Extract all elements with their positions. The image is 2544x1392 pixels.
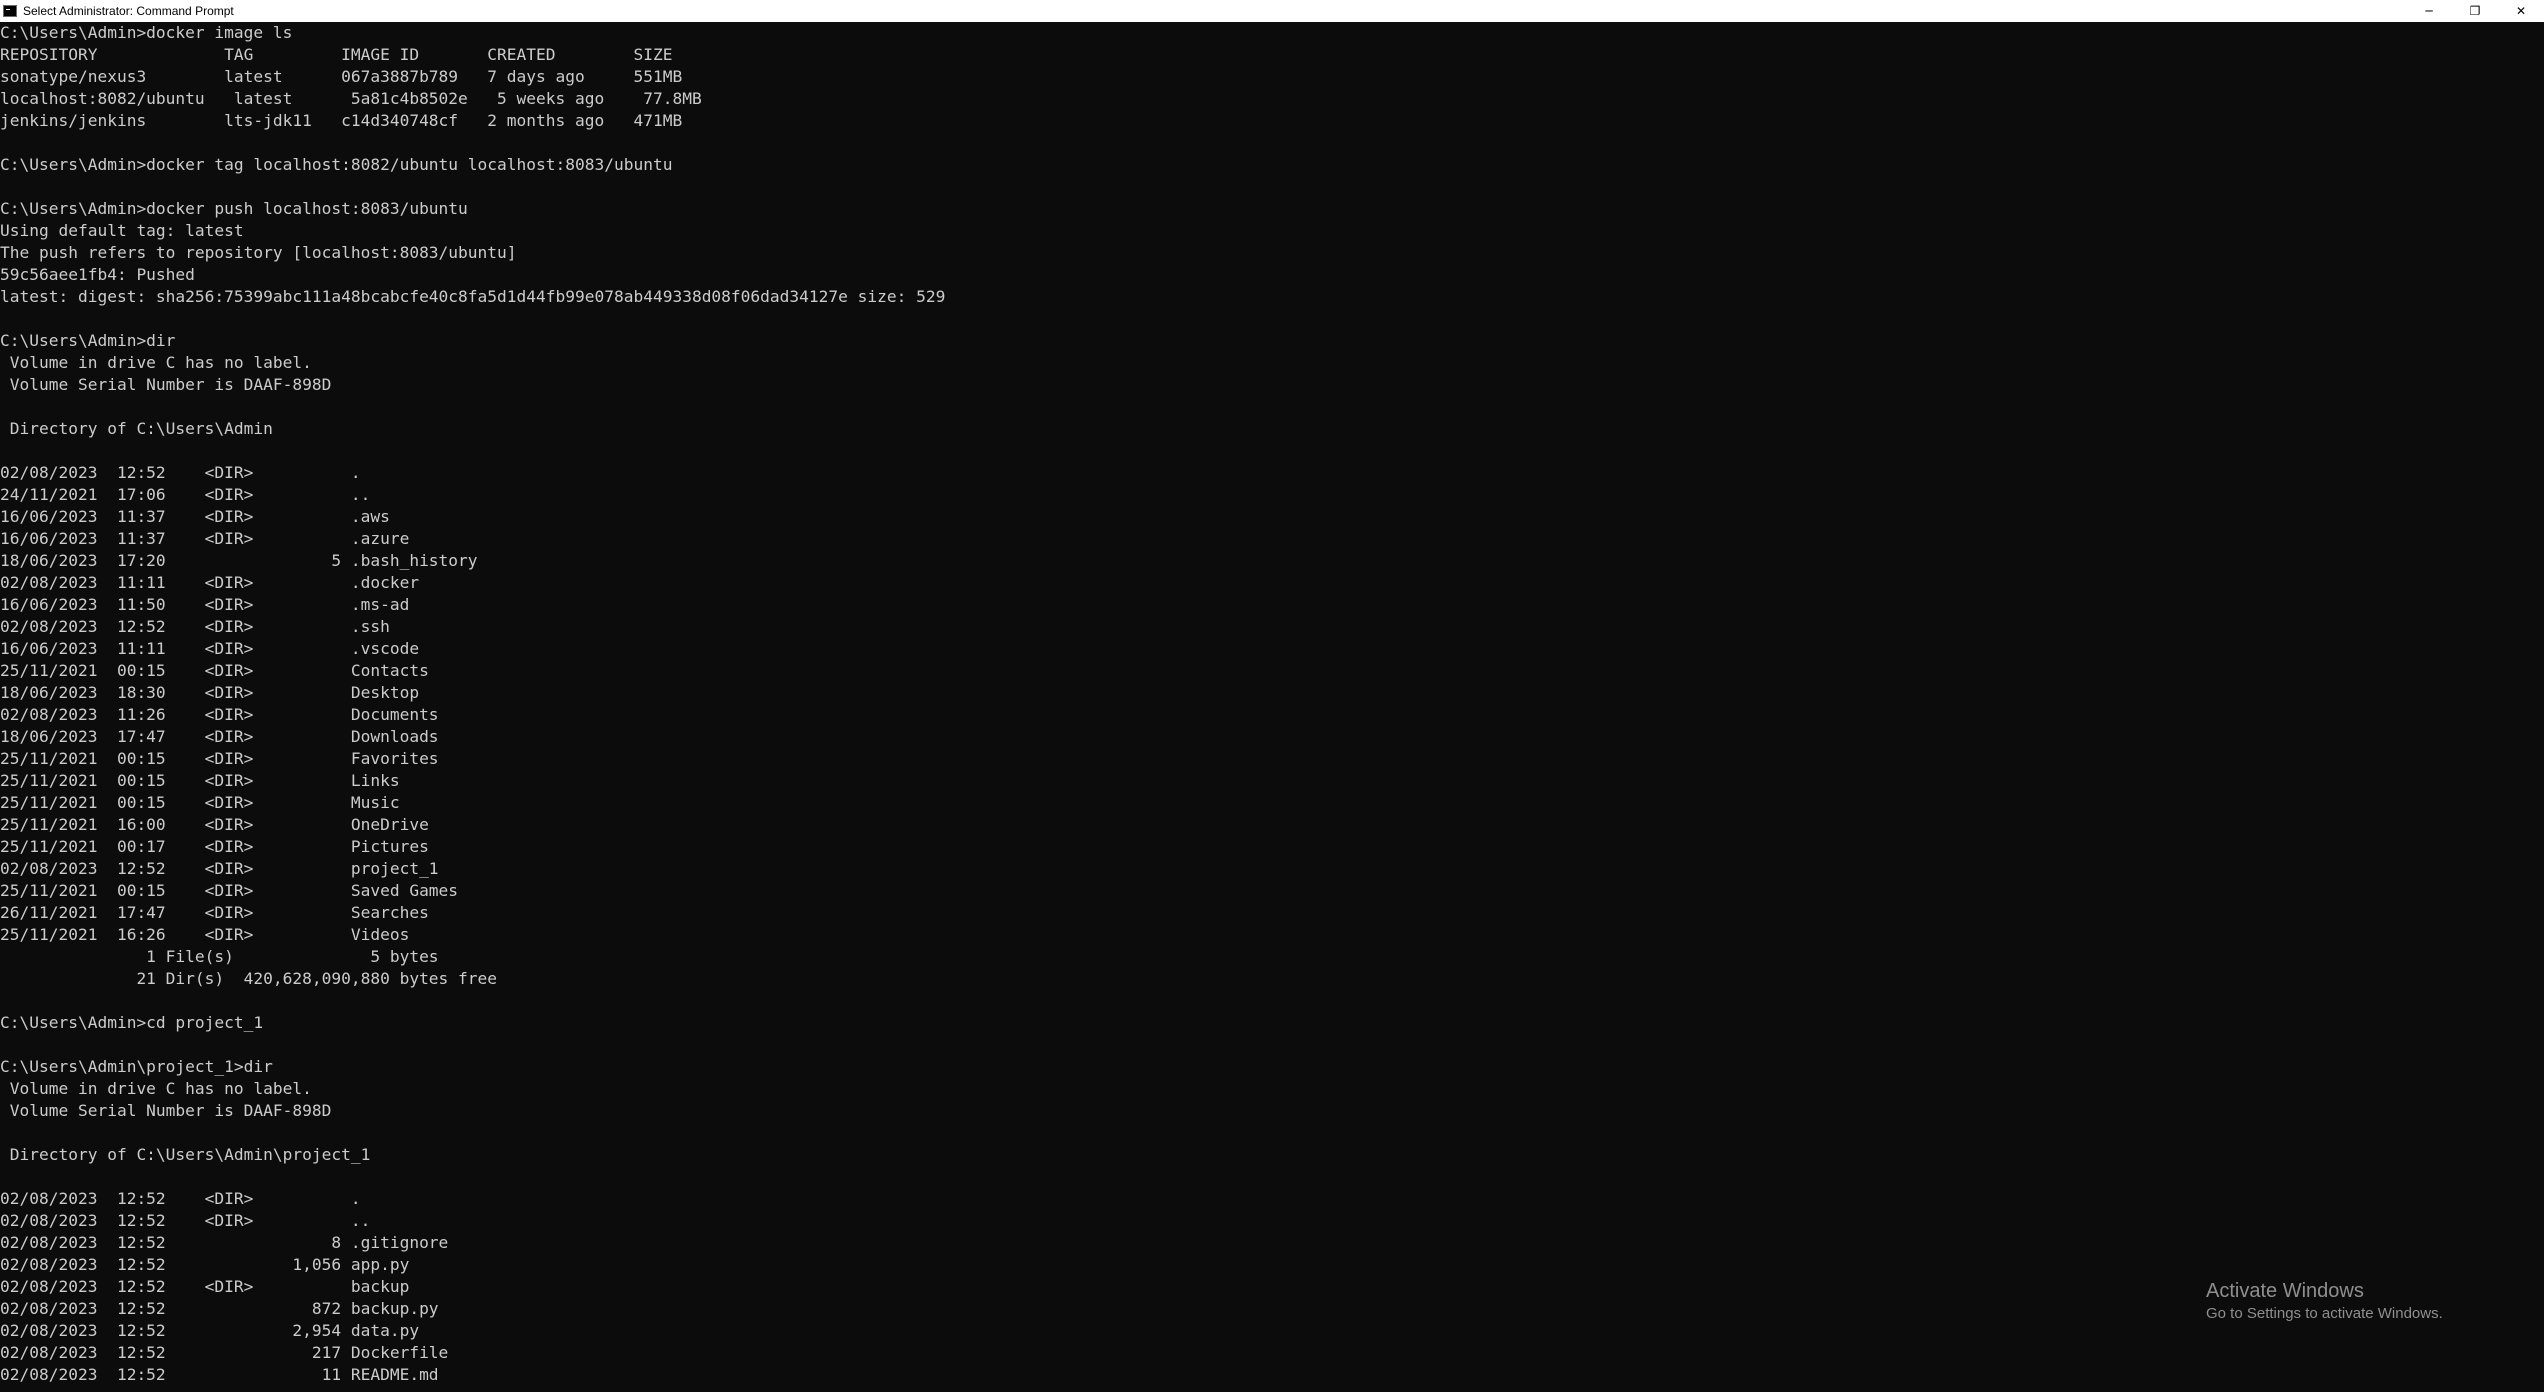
terminal-line: 59c56aee1fb4: Pushed [0, 265, 195, 284]
terminal-line: Volume in drive C has no label. [0, 1079, 312, 1098]
terminal-line: 25/11/2021 00:15 <DIR> Music [0, 793, 400, 812]
terminal-line: C:\Users\Admin\project_1>dir [0, 1057, 273, 1076]
terminal-line: 02/08/2023 11:26 <DIR> Documents [0, 705, 439, 724]
terminal-line: 02/08/2023 12:52 872 backup.py [0, 1299, 439, 1318]
terminal-line: 16/06/2023 11:11 <DIR> .vscode [0, 639, 420, 658]
terminal-line: Volume Serial Number is DAAF-898D [0, 1101, 332, 1120]
window-title: Select Administrator: Command Prompt [23, 4, 234, 18]
terminal-line: 02/08/2023 12:52 <DIR> .. [0, 1211, 371, 1230]
terminal-line: 02/08/2023 12:52 1,056 app.py [0, 1255, 410, 1274]
terminal-line: 25/11/2021 00:15 <DIR> Saved Games [0, 881, 459, 900]
terminal-line: localhost:8082/ubuntu latest 5a81c4b8502… [0, 89, 702, 108]
terminal-line: 25/11/2021 16:26 <DIR> Videos [0, 925, 410, 944]
restore-button[interactable]: ❐ [2452, 0, 2498, 22]
terminal-line: 25/11/2021 00:15 <DIR> Favorites [0, 749, 439, 768]
command-prompt-window: Select Administrator: Command Prompt ─ ❐… [0, 0, 2544, 1392]
terminal-line: C:\Users\Admin>docker push localhost:808… [0, 199, 468, 218]
terminal-line: 02/08/2023 11:11 <DIR> .docker [0, 573, 420, 592]
terminal-line: 26/11/2021 17:47 <DIR> Searches [0, 903, 429, 922]
terminal-line: 02/08/2023 12:52 <DIR> .ssh [0, 617, 390, 636]
window-controls: ─ ❐ ✕ [2406, 0, 2544, 22]
activate-windows-watermark: Activate Windows Go to Settings to activ… [2206, 1278, 2443, 1324]
terminal-line: 21 Dir(s) 420,628,090,880 bytes free [0, 969, 498, 988]
terminal-line: 18/06/2023 17:47 <DIR> Downloads [0, 727, 439, 746]
terminal-line: Directory of C:\Users\Admin [0, 419, 273, 438]
terminal-line: C:\Users\Admin>dir [0, 331, 176, 350]
terminal-line: 02/08/2023 12:52 8 .gitignore [0, 1233, 449, 1252]
terminal-line: 16/06/2023 11:37 <DIR> .azure [0, 529, 410, 548]
title-bar[interactable]: Select Administrator: Command Prompt ─ ❐… [0, 0, 2544, 22]
terminal-line: 25/11/2021 16:00 <DIR> OneDrive [0, 815, 429, 834]
terminal-line: 02/08/2023 12:52 217 Dockerfile [0, 1343, 449, 1362]
terminal-line: 02/08/2023 12:52 11 README.md [0, 1365, 439, 1384]
terminal-line: The push refers to repository [localhost… [0, 243, 517, 262]
minimize-button[interactable]: ─ [2406, 0, 2452, 22]
terminal-line: Directory of C:\Users\Admin\project_1 [0, 1145, 371, 1164]
terminal-output[interactable]: C:\Users\Admin>docker image ls REPOSITORY… [0, 22, 2544, 1392]
command-prompt-icon[interactable] [3, 5, 17, 17]
terminal-line: C:\Users\Admin>cd project_1 [0, 1013, 264, 1032]
terminal-line: C:\Users\Admin>docker image ls [0, 23, 293, 42]
terminal-line: 16/06/2023 11:37 <DIR> .aws [0, 507, 390, 526]
terminal-line: 18/06/2023 17:20 5 .bash_history [0, 551, 478, 570]
watermark-title: Activate Windows [2206, 1280, 2364, 1302]
close-button[interactable]: ✕ [2498, 0, 2544, 22]
terminal-line: 18/06/2023 18:30 <DIR> Desktop [0, 683, 420, 702]
watermark-subtitle: Go to Settings to activate Windows. [2206, 1305, 2443, 1322]
terminal-line: 25/11/2021 00:17 <DIR> Pictures [0, 837, 429, 856]
terminal-line: C:\Users\Admin>docker tag localhost:8082… [0, 155, 673, 174]
terminal-line: 02/08/2023 12:52 2,954 data.py [0, 1321, 420, 1340]
terminal-line: 25/11/2021 00:15 <DIR> Links [0, 771, 400, 790]
terminal-line: 24/11/2021 17:06 <DIR> .. [0, 485, 371, 504]
terminal-line: 02/08/2023 12:52 <DIR> project_1 [0, 859, 439, 878]
terminal-line: Volume in drive C has no label. [0, 353, 312, 372]
terminal-line: sonatype/nexus3 latest 067a3887b789 7 da… [0, 67, 683, 86]
terminal-line: Using default tag: latest [0, 221, 244, 240]
terminal-line: 02/08/2023 12:52 <DIR> backup [0, 1277, 410, 1296]
terminal-line: REPOSITORY TAG IMAGE ID CREATED SIZE [0, 45, 673, 64]
terminal-line: 02/08/2023 12:52 <DIR> . [0, 1189, 361, 1208]
terminal-line: jenkins/jenkins lts-jdk11 c14d340748cf 2… [0, 111, 683, 130]
terminal-line: 16/06/2023 11:50 <DIR> .ms-ad [0, 595, 410, 614]
terminal-line: 25/11/2021 00:15 <DIR> Contacts [0, 661, 429, 680]
terminal-line: latest: digest: sha256:75399abc111a48bca… [0, 287, 946, 306]
terminal-line: 02/08/2023 12:52 <DIR> . [0, 463, 361, 482]
terminal-line: 1 File(s) 5 bytes [0, 947, 439, 966]
terminal-line: Volume Serial Number is DAAF-898D [0, 375, 332, 394]
